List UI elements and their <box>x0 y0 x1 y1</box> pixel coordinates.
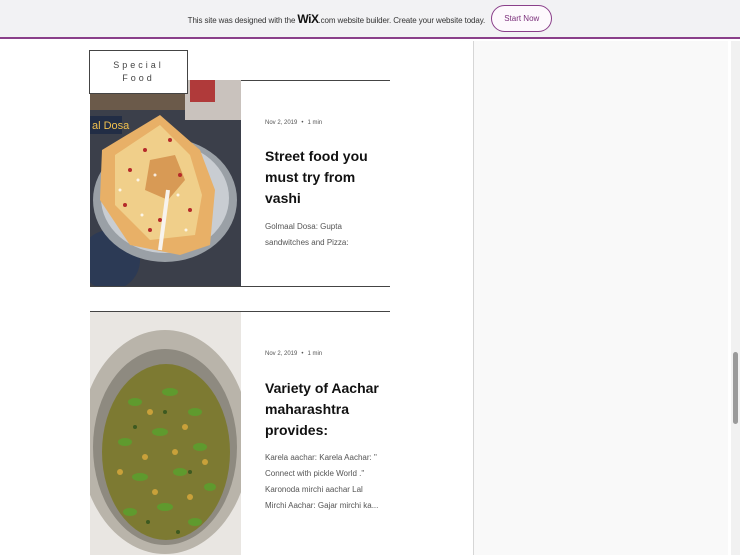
post-image-dosa[interactable]: al Dosa <box>90 80 241 286</box>
post-meta: Nov 2, 2019 • 1 min <box>265 351 380 357</box>
post-title[interactable]: Street food you must try from vashi <box>265 146 380 209</box>
category-label-line2: Food <box>122 73 155 83</box>
post-image-aachar[interactable] <box>90 312 241 555</box>
meta-separator: • <box>301 351 304 357</box>
scrollbar-track[interactable] <box>731 41 740 555</box>
category-tag[interactable]: Special Food <box>89 50 188 94</box>
read-time: 1 min <box>307 351 323 357</box>
post-body: Nov 2, 2019 • 1 min Variety of Aachar ma… <box>265 312 380 514</box>
read-time: 1 min <box>307 120 323 126</box>
sidebar <box>474 41 728 555</box>
dosa-photo: al Dosa <box>90 80 241 286</box>
post-excerpt: Karela aachar: Karela Aachar: " Connect … <box>265 453 379 510</box>
category-label-line1: Special <box>113 60 164 70</box>
meta-separator: • <box>301 120 304 126</box>
post-card[interactable]: al Dosa Nov 2, 2019 • 1 min Street food … <box>90 80 390 287</box>
post-card[interactable]: Nov 2, 2019 • 1 min Variety of Aachar ma… <box>90 311 390 555</box>
aachar-photo <box>90 312 241 555</box>
post-title[interactable]: Variety of Aachar maharashtra provides: <box>265 378 380 441</box>
image-caption: al Dosa <box>92 120 130 132</box>
wix-banner: This site was designed with the WiX.com … <box>0 0 740 39</box>
post-meta: Nov 2, 2019 • 1 min <box>265 120 380 126</box>
start-now-button[interactable]: Start Now <box>491 5 553 32</box>
banner-text-before: This site was designed with the <box>187 15 298 25</box>
post-date: Nov 2, 2019 <box>265 120 298 126</box>
banner-text-after: .com website builder. Create your websit… <box>318 15 486 25</box>
banner-text: This site was designed with the WiX.com … <box>188 12 486 26</box>
wix-logo: WiX <box>297 11 319 26</box>
left-gutter <box>0 41 90 555</box>
post-date: Nov 2, 2019 <box>265 351 298 357</box>
post-body: Nov 2, 2019 • 1 min Street food you must… <box>265 80 380 251</box>
post-excerpt: Golmaal Dosa: Gupta sandwitches and Pizz… <box>265 222 349 247</box>
scrollbar-thumb[interactable] <box>733 352 738 424</box>
